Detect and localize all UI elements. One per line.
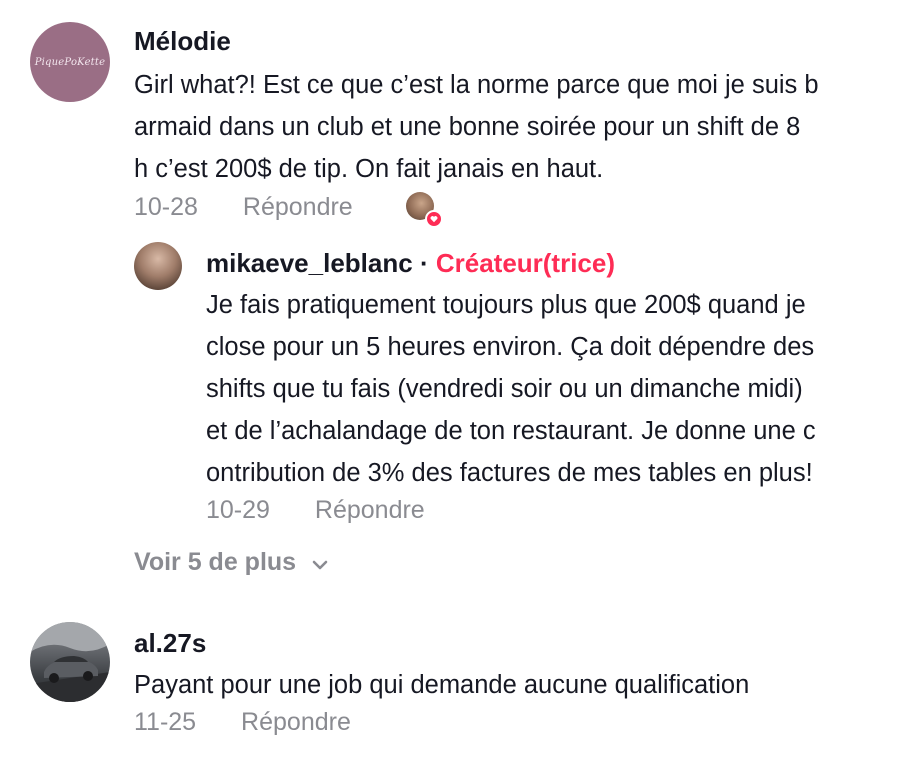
comment-text: Payant pour une job qui demande aucune q… <box>134 671 750 699</box>
username[interactable]: Mélodie <box>134 26 231 57</box>
avatar[interactable]: PiquePoKette <box>30 22 110 102</box>
comment-melodie: PiquePoKette Mélodie Girl what?! Est ce … <box>0 0 922 230</box>
chevron-down-icon <box>311 549 329 578</box>
reply-date: 10-29 <box>206 496 270 524</box>
comment-meta: 10-28 Répondre <box>134 193 353 222</box>
comment-text: Girl what?! Est ce que c’est la norme pa… <box>134 71 819 183</box>
comment-date: 11-25 <box>134 708 197 736</box>
car-image-icon <box>30 622 110 702</box>
comment-al27s: al.27s Payant pour une job qui demande a… <box>0 610 922 760</box>
reply-button[interactable]: Répondre <box>243 193 353 221</box>
username-row: mikaeve_leblanc · Créateur(trice) <box>206 248 615 279</box>
avatar[interactable] <box>30 622 110 702</box>
comment-date: 10-28 <box>134 193 198 221</box>
comment-meta: 11-25 Répondre <box>134 708 351 737</box>
creator-liked-indicator <box>406 192 446 232</box>
username[interactable]: al.27s <box>134 628 206 659</box>
view-more-replies-button[interactable]: Voir 5 de plus <box>134 548 329 578</box>
reply-text: Je fais pratiquement toujours plus que 2… <box>206 291 816 487</box>
avatar-logo-text: PiquePoKette <box>34 56 106 68</box>
separator: · <box>419 248 429 278</box>
reply-mikaeve: mikaeve_leblanc · Créateur(trice) Je fai… <box>0 230 922 540</box>
view-more-label: Voir 5 de plus <box>134 548 297 576</box>
username[interactable]: mikaeve_leblanc <box>206 248 413 278</box>
heart-icon <box>425 210 443 228</box>
reply-button[interactable]: Répondre <box>315 496 425 524</box>
creator-badge: Créateur(trice) <box>435 248 616 278</box>
avatar[interactable] <box>134 242 182 290</box>
reply-button[interactable]: Répondre <box>241 708 351 736</box>
reply-meta: 10-29 Répondre <box>206 496 425 525</box>
